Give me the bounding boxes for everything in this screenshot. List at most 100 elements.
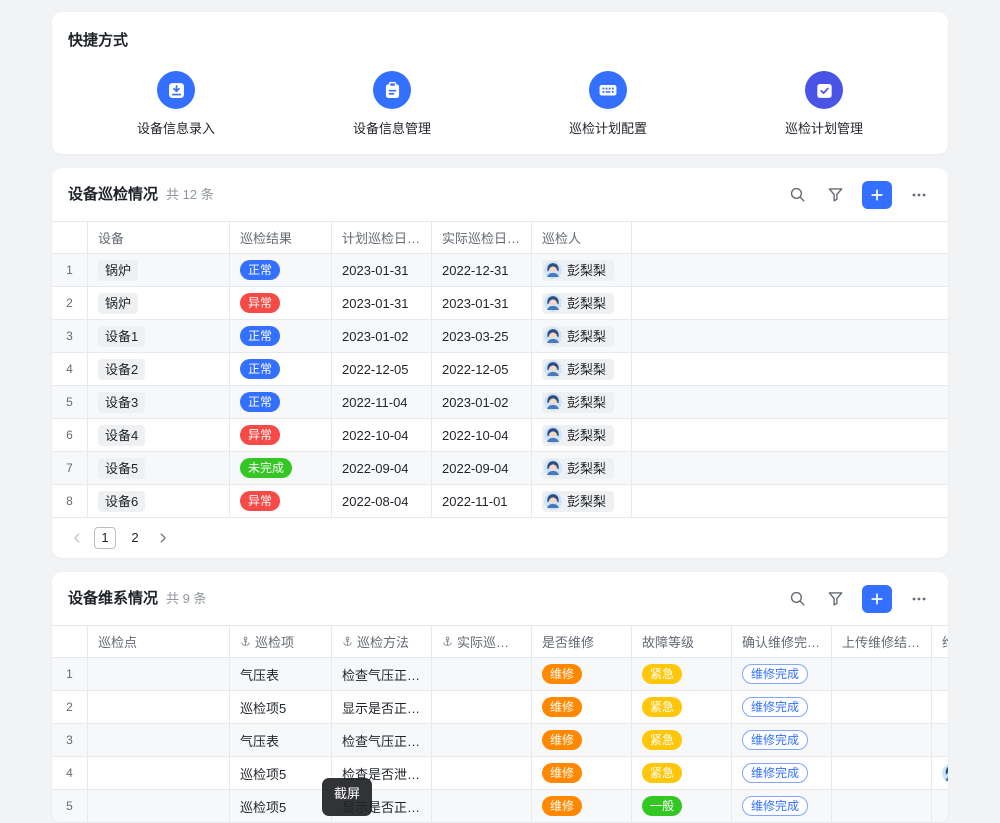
person-tag: 彭梨梨 [542, 326, 614, 347]
column-label: 巡检人 [542, 228, 581, 247]
status-badge: 维修完成 [742, 796, 808, 816]
cell-device: 设备6 [88, 485, 230, 517]
add-record-button[interactable] [862, 585, 892, 613]
cell-confirm: 维修完成 [732, 691, 832, 723]
shortcut-label: 巡检计划管理 [785, 118, 863, 137]
shortcut-plan-config[interactable]: 巡检计划配置 [500, 71, 716, 137]
person-name: 彭梨梨 [567, 393, 606, 412]
search-button[interactable] [784, 586, 810, 612]
more-button[interactable] [906, 586, 932, 612]
filler-cell [632, 386, 948, 418]
cell-item: 巡检项5 [230, 790, 332, 822]
row-number: 4 [52, 757, 88, 789]
cell-upload [832, 658, 932, 690]
search-button[interactable] [784, 182, 810, 208]
person-tag: 彭梨梨 [542, 359, 614, 380]
status-badge: 未完成 [240, 458, 292, 478]
status-badge: 维修 [542, 664, 582, 684]
cell-repairer_avatar [932, 790, 948, 822]
cell-device: 设备3 [88, 386, 230, 418]
cell-item: 巡检项5 [230, 691, 332, 723]
cell-method: 显示是否正… [332, 691, 432, 723]
person-tag: 彭梨梨 [542, 392, 614, 413]
table-row[interactable]: 3气压表检查气压正…维修紧急维修完成 [52, 724, 948, 757]
status-badge: 紧急 [642, 697, 682, 717]
cell-repair: 维修 [532, 658, 632, 690]
shortcut-device-manage[interactable]: 设备信息管理 [284, 71, 500, 137]
cell-result: 异常 [230, 287, 332, 319]
table-row[interactable]: 7设备5未完成2022-09-042022-09-04彭梨梨 [52, 452, 948, 485]
status-badge: 维修 [542, 730, 582, 750]
cell-level: 紧急 [632, 658, 732, 690]
person-tag: 彭梨梨 [542, 293, 614, 314]
device-tag: 设备1 [98, 326, 145, 347]
cell-actual [432, 790, 532, 822]
status-badge: 维修完成 [742, 763, 808, 783]
table-row[interactable]: 5设备3正常2022-11-042023-01-02彭梨梨 [52, 386, 948, 419]
cell-upload [832, 757, 932, 789]
column-header: 故障等级 [632, 626, 732, 657]
table-row[interactable]: 4设备2正常2022-12-052022-12-05彭梨梨 [52, 353, 948, 386]
cell-device: 设备2 [88, 353, 230, 385]
filler-cell [632, 452, 948, 484]
row-number: 7 [52, 452, 88, 484]
page-button-2[interactable]: 2 [124, 527, 146, 549]
shortcuts-card: 快捷方式 设备信息录入 设备信息管理 巡检计划配置巡检计划管理 [52, 12, 948, 154]
column-label: 实际巡检日… [442, 228, 520, 247]
cell-repairer_avatar [932, 658, 948, 690]
person-name: 彭梨梨 [567, 459, 606, 478]
table-row[interactable]: 2锅炉异常2023-01-312023-01-31彭梨梨 [52, 287, 948, 320]
device-tag: 设备5 [98, 458, 145, 479]
column-header: 上传维修结… [832, 626, 932, 657]
maintenance-card-header: 设备维系情况 共 9 条 [52, 572, 948, 625]
table-row[interactable]: 2巡检项5显示是否正…维修紧急维修完成 [52, 691, 948, 724]
device-entry-icon [157, 71, 195, 109]
table-row[interactable]: 1锅炉正常2023-01-312022-12-31彭梨梨 [52, 254, 948, 287]
shortcut-device-entry[interactable]: 设备信息录入 [68, 71, 284, 137]
table-row[interactable]: 5巡检项5显示是否正…维修一般维修完成 [52, 790, 948, 823]
next-page-button[interactable] [152, 527, 174, 549]
more-button[interactable] [906, 182, 932, 208]
cell-repair: 维修 [532, 757, 632, 789]
filter-button[interactable] [822, 586, 848, 612]
row-number: 5 [52, 386, 88, 418]
column-label: 是否维修 [542, 632, 594, 651]
status-badge: 正常 [240, 392, 280, 412]
person-avatar-icon [544, 261, 562, 279]
cell-repairer_avatar [932, 724, 948, 756]
table-row[interactable]: 6设备4异常2022-10-042022-10-04彭梨梨 [52, 419, 948, 452]
person-avatar-icon [544, 426, 562, 444]
add-record-button[interactable] [862, 181, 892, 209]
table-row[interactable]: 4巡检项5检查是否泄…维修紧急维修完成 [52, 757, 948, 790]
cell-result: 未完成 [230, 452, 332, 484]
shortcut-list: 设备信息录入 设备信息管理 巡检计划配置巡检计划管理 [68, 71, 932, 137]
shortcut-label: 设备信息录入 [137, 118, 215, 137]
cell-upload [832, 790, 932, 822]
column-header: 巡检结果 [230, 222, 332, 253]
cell-level: 一般 [632, 790, 732, 822]
cell-repair: 维修 [532, 724, 632, 756]
lookup-icon [442, 636, 453, 647]
page-button-1[interactable]: 1 [94, 527, 116, 549]
prev-page-button[interactable] [66, 527, 88, 549]
cell-actual [432, 757, 532, 789]
row-number: 2 [52, 287, 88, 319]
cell-result: 正常 [230, 386, 332, 418]
filter-button[interactable] [822, 182, 848, 208]
status-badge: 紧急 [642, 664, 682, 684]
table-row[interactable]: 3设备1正常2023-01-022023-03-25彭梨梨 [52, 320, 948, 353]
cell-device: 设备5 [88, 452, 230, 484]
column-label: 实际巡… [457, 632, 509, 651]
person-tag: 彭梨梨 [542, 458, 614, 479]
shortcut-label: 设备信息管理 [353, 118, 431, 137]
cell-inspector: 彭梨梨 [532, 287, 632, 319]
shortcuts-title: 快捷方式 [68, 30, 932, 51]
cell-confirm: 维修完成 [732, 790, 832, 822]
row-number: 3 [52, 320, 88, 352]
cell-actual_date: 2022-09-04 [432, 452, 532, 484]
table-row[interactable]: 8设备6异常2022-08-042022-11-01彭梨梨 [52, 485, 948, 518]
cell-device: 锅炉 [88, 254, 230, 286]
shortcut-plan-manage[interactable]: 巡检计划管理 [716, 71, 932, 137]
column-label: 设备 [98, 228, 124, 247]
table-row[interactable]: 1气压表检查气压正…维修紧急维修完成 [52, 658, 948, 691]
